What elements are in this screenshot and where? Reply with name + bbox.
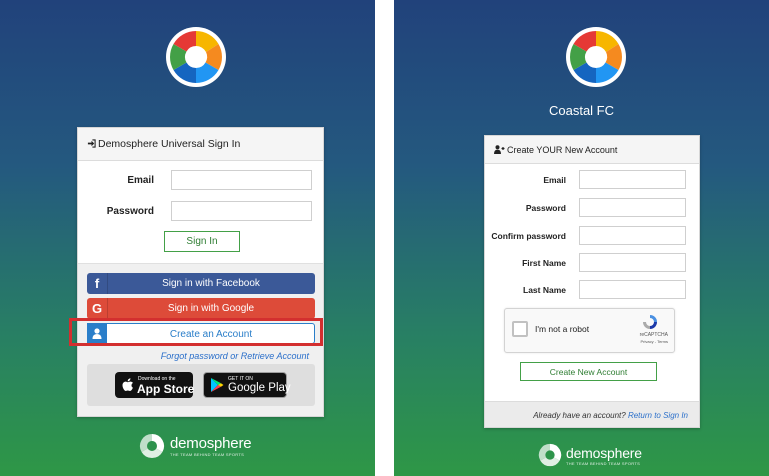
recaptcha-icon [643, 315, 657, 329]
forgot-password-link[interactable]: Forgot password or Retrieve Account [161, 351, 309, 361]
app-store-big: App Store [137, 382, 195, 396]
card-title: Demosphere Universal Sign In [98, 138, 241, 150]
recaptcha-label: I'm not a robot [535, 324, 590, 334]
google-icon: G [87, 298, 108, 319]
brand-name: demosphere [170, 435, 252, 452]
email-label: Email [543, 175, 566, 185]
card-header: Create YOUR New Account [485, 136, 699, 164]
first-name-label: First Name [522, 258, 566, 268]
google-button-label: Sign in with Google [167, 303, 255, 314]
app-store-button[interactable]: Download on the App Store [115, 372, 195, 398]
return-to-sign-in-link[interactable]: Return to Sign In [628, 411, 688, 420]
first-name-input[interactable] [579, 253, 686, 272]
google-play-icon [211, 378, 224, 392]
facebook-icon: f [87, 273, 108, 294]
create-new-account-button[interactable]: Create New Account [520, 362, 657, 381]
recaptcha-brand: reCAPTCHA [639, 332, 668, 338]
last-name-input[interactable] [579, 280, 686, 299]
user-plus-icon [494, 145, 505, 154]
recaptcha-widget: I'm not a robot reCAPTCHA Privacy - Term… [504, 308, 675, 353]
email-label: Email [127, 175, 154, 186]
club-name: Coastal FC [548, 103, 615, 118]
demosphere-logo-icon [166, 27, 226, 87]
password-label: Password [106, 206, 154, 217]
google-play-big: Google Play [228, 382, 291, 394]
footer-text: Already have an account? [533, 411, 626, 420]
password-label: Password [525, 203, 566, 213]
brand-tagline: THE TEAM BEHIND TEAM SPORTS [170, 452, 245, 457]
google-sign-in-button[interactable]: G Sign in with Google [87, 298, 315, 319]
confirm-password-input[interactable] [579, 226, 686, 245]
demosphere-mark-icon [139, 434, 165, 459]
apple-icon [122, 378, 133, 391]
sign-in-button[interactable]: Sign In [164, 231, 240, 252]
create-account-highlight [69, 318, 323, 346]
create-account-screen: Coastal FC Create YOUR New Account Email… [394, 0, 769, 476]
sign-in-screen: Demosphere Universal Sign In Email Passw… [0, 0, 375, 476]
demosphere-mark-icon [538, 443, 562, 467]
facebook-sign-in-button[interactable]: f Sign in with Facebook [87, 273, 315, 294]
card-header: Demosphere Universal Sign In [78, 128, 323, 161]
password-input[interactable] [579, 198, 686, 217]
facebook-button-label: Sign in with Facebook [162, 278, 260, 289]
card-footer: Already have an account? Return to Sign … [485, 401, 699, 427]
sign-in-card: Demosphere Universal Sign In Email Passw… [69, 127, 324, 417]
sign-in-icon [87, 139, 96, 148]
demosphere-footer-brand: demosphere THE TEAM BEHIND TEAM SPORTS [138, 432, 252, 460]
demosphere-footer-brand: demosphere THE TEAM BEHIND TEAM SPORTS [537, 442, 642, 468]
recaptcha-checkbox[interactable] [512, 321, 528, 337]
card-title: Create YOUR New Account [507, 145, 618, 155]
email-input[interactable] [171, 170, 312, 190]
brand-tagline: THE TEAM BEHIND TEAM SPORTS [566, 460, 641, 466]
last-name-label: Last Name [523, 285, 566, 295]
password-input[interactable] [171, 201, 312, 221]
brand-name: demosphere [566, 444, 642, 461]
google-play-button[interactable]: GET IT ON Google Play [203, 372, 291, 398]
app-badges-area: Download on the App Store GET IT ON Goog… [87, 364, 315, 406]
recaptcha-links[interactable]: Privacy - Terms [641, 339, 668, 344]
confirm-password-label: Confirm password [491, 231, 566, 241]
create-account-card: Create YOUR New Account Email Password C… [484, 135, 700, 428]
demosphere-logo-icon [566, 27, 626, 87]
email-input[interactable] [579, 170, 686, 189]
